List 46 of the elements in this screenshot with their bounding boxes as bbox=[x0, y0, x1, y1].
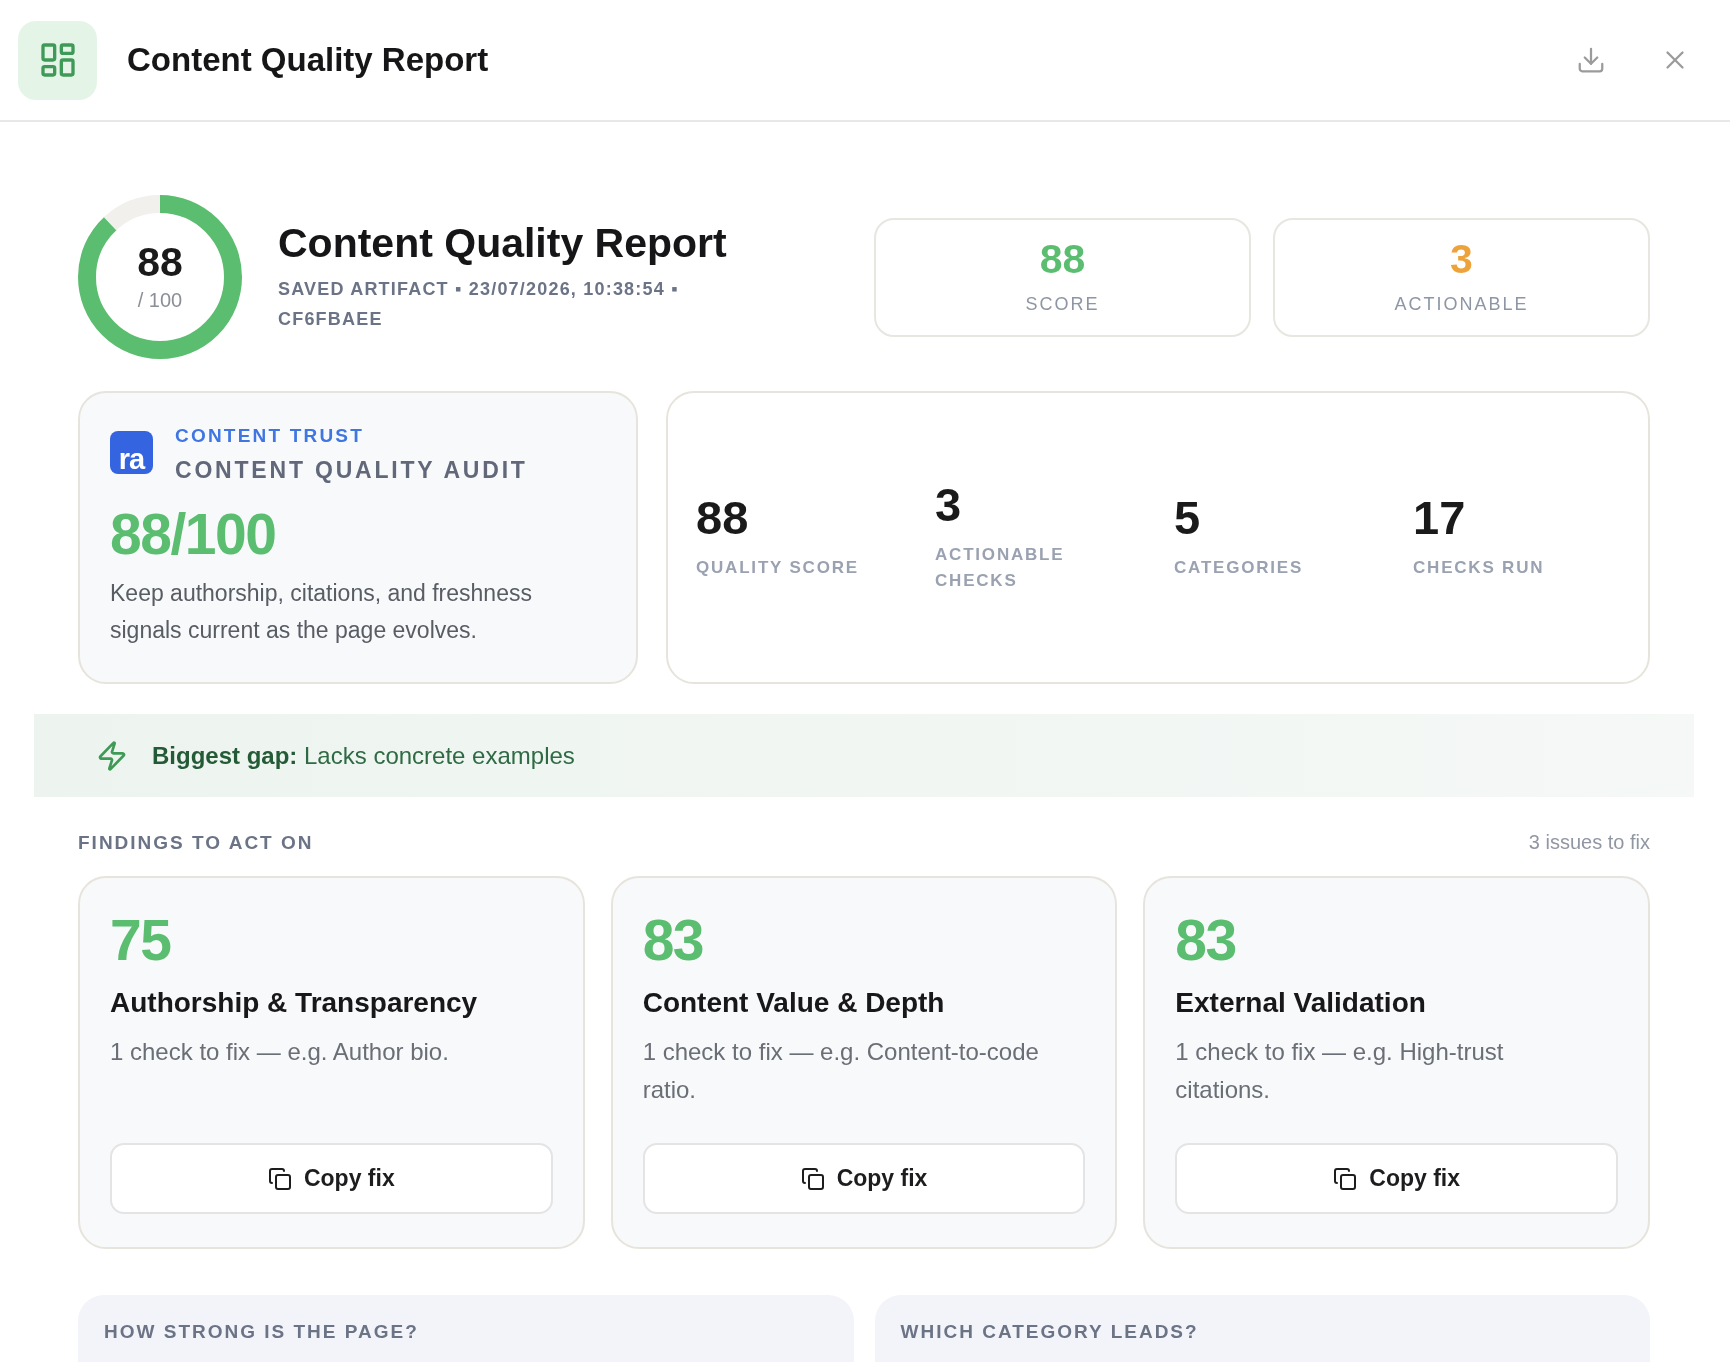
stat-label: QUALITY SCORE bbox=[696, 557, 860, 579]
panel-title: HOW STRONG IS THE PAGE? bbox=[104, 1321, 419, 1342]
app-logo: ra bbox=[110, 431, 153, 474]
issue-count: 3 issues to fix bbox=[1528, 831, 1650, 854]
copy-icon bbox=[800, 1166, 825, 1191]
gap-text: Biggest gap: Lacks concrete examples bbox=[152, 741, 575, 770]
dashboard-icon bbox=[18, 20, 97, 100]
finding-description: 1 check to fix — e.g. High-trust citations. bbox=[1175, 1037, 1505, 1105]
report-meta: SAVED ARTIFACT ▪ 23/07/2026, 10:38:54 ▪ CF6FBAEE bbox=[278, 277, 680, 331]
panel-title: WHICH CATEGORY LEADS? bbox=[900, 1321, 1199, 1342]
copy-fix-button[interactable]: Copy fix bbox=[1175, 1143, 1618, 1214]
stat-value: 17 bbox=[1413, 494, 1467, 541]
finding-description: 1 check to fix — e.g. Content-to-code ratio. bbox=[642, 1037, 1040, 1105]
score-ring-track bbox=[104, 195, 161, 231]
copy-icon bbox=[1333, 1166, 1358, 1191]
window-title: Content Quality Report bbox=[127, 41, 490, 79]
bolt-icon bbox=[96, 739, 128, 772]
kpi-value: 3 bbox=[1450, 239, 1473, 280]
kpi-label: SCORE bbox=[1025, 294, 1100, 315]
copy-fix-button[interactable]: Copy fix bbox=[642, 1143, 1086, 1214]
kpi-label: ACTIONABLE bbox=[1394, 294, 1529, 315]
section-title: FINDINGS TO ACT ON bbox=[78, 831, 314, 854]
ring-score-max: / 100 bbox=[137, 289, 183, 312]
download-icon bbox=[1576, 45, 1606, 75]
audit-score: 88/100 bbox=[110, 506, 277, 563]
stat-label: CHECKS RUN bbox=[1413, 557, 1546, 579]
copy-icon bbox=[267, 1166, 292, 1191]
audit-description: Keep authorship, citations, and freshness signals current as the page evolves. bbox=[110, 579, 533, 645]
audit-eyebrow: CONTENT TRUST bbox=[175, 425, 366, 447]
audit-title: CONTENT QUALITY AUDIT bbox=[175, 457, 528, 484]
copy-fix-button[interactable]: Copy fix bbox=[110, 1143, 553, 1214]
stat-label: CATEGORIES bbox=[1174, 557, 1305, 579]
finding-score: 83 bbox=[642, 912, 705, 969]
finding-title: Authorship & Transparency bbox=[110, 987, 479, 1019]
kpi-value: 88 bbox=[1039, 239, 1086, 280]
stat-value: 5 bbox=[1174, 494, 1202, 541]
finding-description: 1 check to fix — e.g. Author bio. bbox=[110, 1037, 450, 1067]
report-title: Content Quality Report bbox=[278, 220, 728, 268]
finding-score: 75 bbox=[110, 912, 172, 969]
stat-label: ACTIONABLE CHECKS bbox=[935, 544, 1066, 592]
finding-title: External Validation bbox=[1175, 987, 1427, 1019]
finding-score: 83 bbox=[1175, 912, 1237, 969]
ring-score: 88 bbox=[137, 242, 183, 283]
stat-value: 3 bbox=[935, 481, 963, 528]
stat-value: 88 bbox=[696, 494, 750, 541]
finding-title: Content Value & Depth bbox=[642, 987, 946, 1019]
